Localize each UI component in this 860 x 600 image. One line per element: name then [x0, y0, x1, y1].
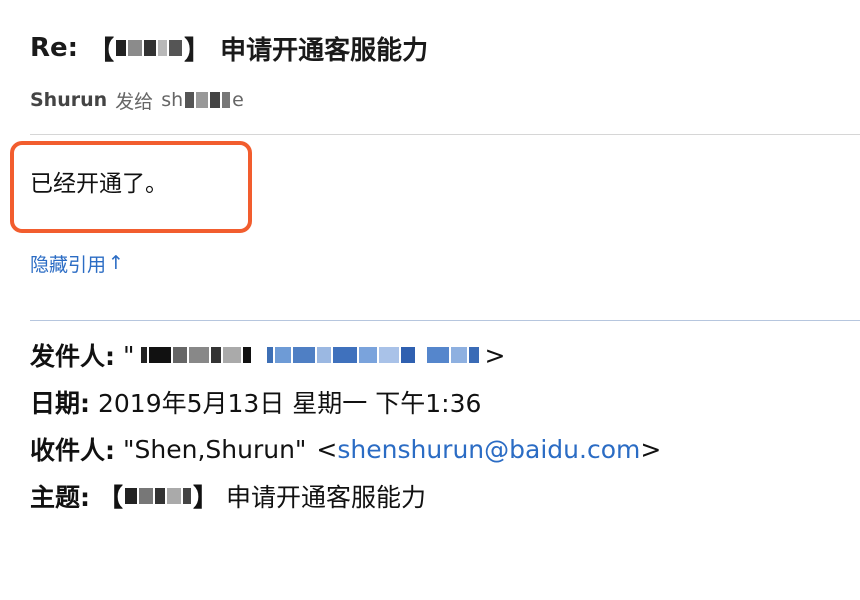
redacted-bracketed-name: 【 】	[98, 483, 219, 512]
sender-name[interactable]: Shurun	[30, 89, 107, 111]
to-email-link[interactable]: shenshurun@baidu.com	[337, 435, 640, 464]
subject-text: 申请开通客服能力	[220, 35, 429, 66]
date-value: 2019年5月13日 星期一 下午1:36	[98, 389, 482, 418]
sender-verb: 发给	[115, 90, 154, 113]
from-label: 发件人:	[30, 342, 115, 371]
quoted-from-row: 发件人: " >	[30, 335, 505, 375]
quoted-to-row: 收件人: "Shen,Shurun" < shenshurun@baidu.co…	[30, 429, 661, 469]
hide-quote-link[interactable]: 隐藏引用 ↑	[30, 248, 124, 278]
email-subject: Re: 【 】 申请开通客服能力	[30, 26, 428, 70]
sender-line: Shurun 发给 sh e	[30, 86, 244, 114]
subject-prefix: Re:	[30, 33, 79, 63]
header-divider	[30, 134, 860, 135]
to-name: "Shen,Shurun"	[123, 434, 307, 464]
quoted-date-row: 日期: 2019年5月13日 星期一 下午1:36	[30, 382, 481, 422]
quoted-subject-text: 申请开通客服能力	[226, 483, 427, 512]
quote-divider	[30, 320, 860, 321]
to-label: 收件人:	[30, 436, 115, 465]
date-label: 日期:	[30, 389, 90, 418]
bracket-close: 】	[184, 35, 211, 66]
annotation-highlight-box	[10, 141, 252, 233]
up-arrow-icon: ↑	[108, 252, 124, 274]
redacted-bracketed-name: 【 】	[88, 36, 210, 66]
quoted-subject-row: 主题: 【 】 申请开通客服能力	[30, 476, 426, 516]
redacted-recipient[interactable]: sh e	[161, 89, 244, 111]
bracket-open: 【	[88, 35, 115, 66]
redacted-sender	[140, 344, 479, 366]
subject-label: 主题:	[30, 483, 90, 512]
hide-quote-label: 隐藏引用	[30, 253, 107, 276]
